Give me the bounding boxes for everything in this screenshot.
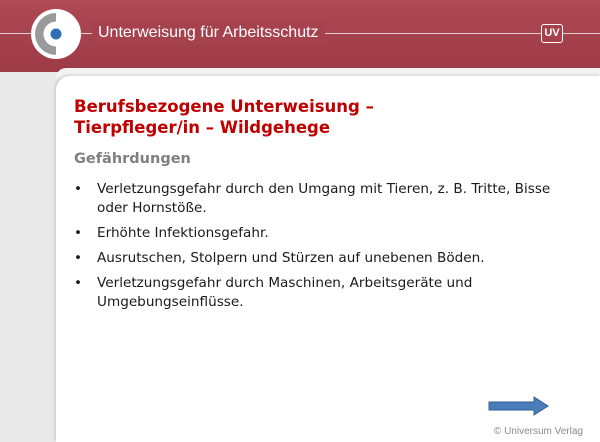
app-title: Unterweisung für Arbeitsschutz bbox=[92, 22, 325, 44]
list-item: Verletzungsgefahr durch den Umgang mit T… bbox=[74, 180, 574, 218]
arrow-right-icon bbox=[488, 396, 549, 416]
list-item: Erhöhte Infektionsgefahr. bbox=[74, 224, 574, 243]
app-header: Unterweisung für Arbeitsschutz UV bbox=[0, 0, 600, 72]
list-item: Verletzungsgefahr durch Maschinen, Arbei… bbox=[74, 274, 574, 312]
next-slide-button[interactable] bbox=[488, 396, 550, 416]
hazard-list: Verletzungsgefahr durch den Umgang mit T… bbox=[74, 180, 574, 318]
copyright-text: © Universum Verlag bbox=[493, 426, 583, 437]
slide-title: Berufsbezogene Unterweisung – Tierpflege… bbox=[74, 96, 374, 138]
section-heading: Gefährdungen bbox=[74, 151, 191, 167]
list-item: Ausrutschen, Stolpern und Stürzen auf un… bbox=[74, 249, 574, 268]
slide-title-line-2: Tierpfleger/in – Wildgehege bbox=[74, 118, 331, 137]
logo-icon bbox=[31, 9, 81, 59]
brand-badge: UV bbox=[541, 24, 563, 43]
slide-title-line-1: Berufsbezogene Unterweisung – bbox=[74, 97, 374, 116]
